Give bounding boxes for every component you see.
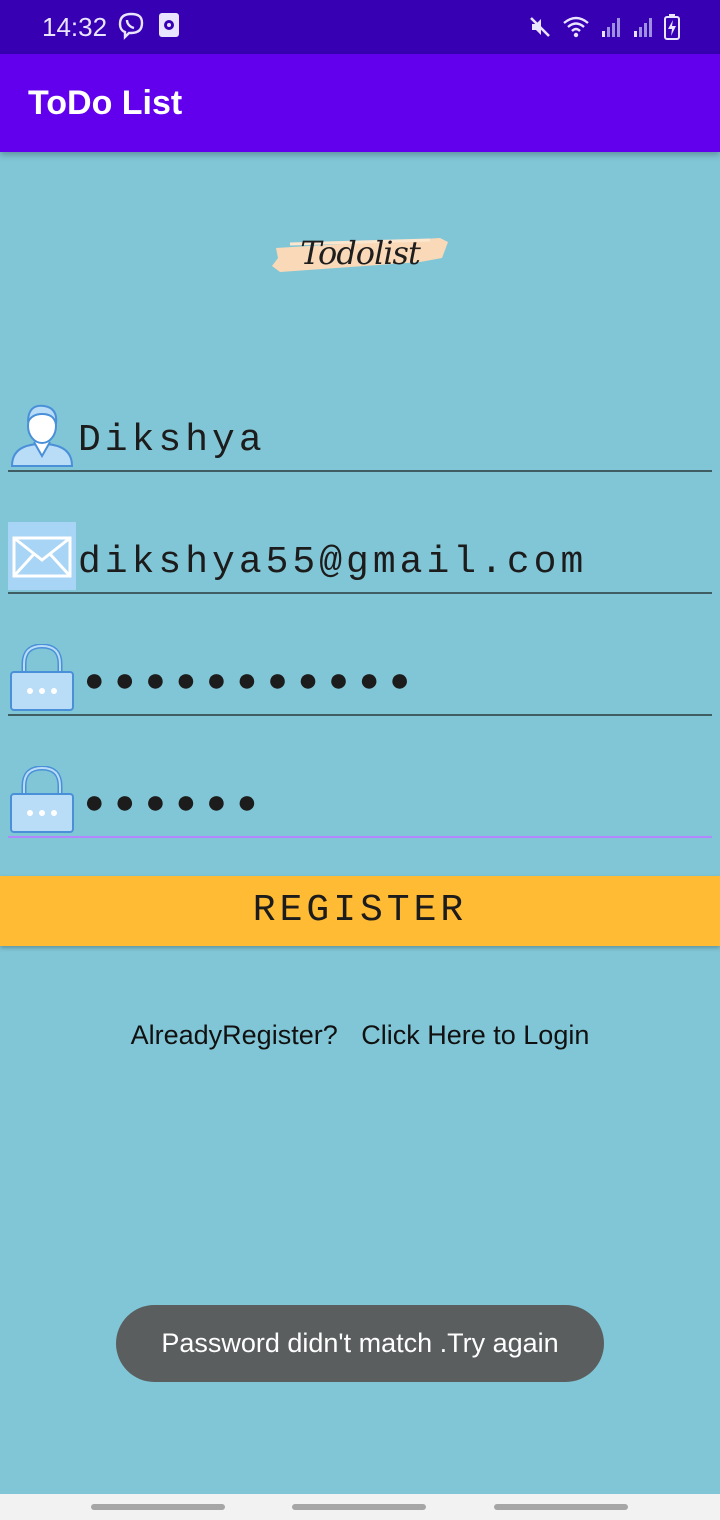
- back-button[interactable]: [494, 1504, 628, 1510]
- navigation-bar: [0, 1494, 720, 1520]
- password-field[interactable]: ●●●●●●●●●●●: [8, 644, 712, 716]
- mail-icon: [8, 522, 76, 590]
- lock-icon: [10, 766, 74, 833]
- email-input[interactable]: dikshya55@gmail.com: [78, 541, 587, 584]
- username-field[interactable]: Dikshya: [8, 400, 712, 472]
- status-bar: 14:32: [0, 0, 720, 54]
- username-input[interactable]: Dikshya: [78, 419, 266, 462]
- email-field[interactable]: dikshya55@gmail.com: [8, 522, 712, 594]
- todolist-logo: Todolist: [270, 228, 450, 282]
- lock-icon: [10, 644, 74, 711]
- signal-icon: [634, 18, 652, 37]
- register-button[interactable]: REGISTER: [0, 876, 720, 946]
- status-time: 14:32: [42, 12, 108, 42]
- already-registered-label: AlreadyRegister?: [130, 1020, 338, 1050]
- password-input[interactable]: ●●●●●●●●●●●: [84, 661, 420, 700]
- login-prompt: AlreadyRegister? Click Here to Login: [0, 1020, 720, 1051]
- home-button[interactable]: [292, 1504, 426, 1510]
- screen-record-icon: [159, 13, 179, 37]
- app-title: ToDo List: [28, 84, 183, 122]
- mute-icon: [530, 17, 550, 37]
- confirm-password-field[interactable]: ●●●●●●: [8, 766, 712, 838]
- viber-icon: [118, 12, 144, 40]
- login-link[interactable]: Click Here to Login: [361, 1020, 589, 1050]
- signal-icon: [602, 18, 620, 37]
- error-toast: Password didn't match .Try again: [116, 1305, 604, 1382]
- user-icon: [10, 404, 74, 467]
- battery-charging-icon: [664, 14, 680, 40]
- confirm-password-input[interactable]: ●●●●●●: [84, 783, 267, 822]
- status-left-icons: [118, 12, 180, 40]
- app-bar: ToDo List: [0, 54, 720, 152]
- status-right-icons: [528, 14, 680, 40]
- wifi-icon: [563, 16, 589, 38]
- logo-text: Todolist: [300, 234, 421, 272]
- recent-apps-button[interactable]: [91, 1504, 225, 1510]
